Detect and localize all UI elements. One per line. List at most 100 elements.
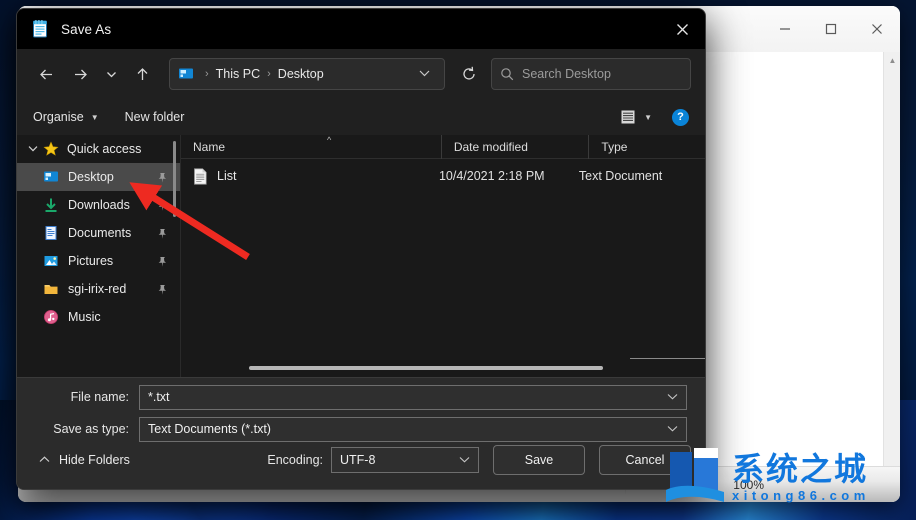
column-header-date-modified[interactable]: Date modified: [440, 135, 589, 159]
navigation-sidebar[interactable]: Quick access Desktop Downloads Documents Pi…: [17, 135, 181, 377]
encoding-select[interactable]: UTF-8: [331, 447, 479, 473]
notepad-icon: [31, 20, 49, 38]
save-as-type-label: Save as type:: [53, 422, 129, 436]
sidebar-item-sgi-irix-red[interactable]: sgi-irix-red: [17, 275, 180, 303]
hide-folders-button[interactable]: Hide Folders: [39, 453, 130, 467]
text-document-icon: [193, 167, 208, 185]
chevron-down-icon[interactable]: [411, 69, 438, 80]
hide-folders-label: Hide Folders: [59, 453, 130, 467]
search-icon: [500, 67, 514, 81]
dialog-content: Quick access Desktop Downloads Documents Pi…: [17, 135, 705, 377]
file-type-text: Text Document: [578, 169, 663, 183]
file-date-modified-text: 10/4/2021 2:18 PM: [438, 169, 545, 183]
navigation-bar: › This PC › Desktop Search Desktop: [17, 49, 705, 99]
pin-icon[interactable]: [156, 171, 168, 183]
breadcrumb-separator-2: ›: [267, 68, 271, 80]
chevron-down-icon[interactable]: [25, 144, 41, 154]
organise-label: Organise: [33, 110, 84, 124]
chevron-down-icon[interactable]: [459, 455, 470, 465]
file-name-label: File name:: [70, 390, 129, 404]
dialog-action-row: Hide Folders Encoding: UTF-8 Save Cancel: [17, 445, 705, 475]
watermark-texts: 系统之城 xitong86.com: [732, 452, 870, 503]
sidebar-item-documents[interactable]: Documents: [17, 219, 180, 247]
watermark-url-text: xitong86.com: [732, 487, 870, 503]
chevron-up-icon: [39, 455, 50, 465]
sidebar-item-label: Desktop: [68, 170, 114, 184]
column-headers: Name Date modified Type ^: [181, 135, 705, 159]
dialog-close-button[interactable]: [659, 9, 705, 49]
refresh-button[interactable]: [455, 59, 483, 89]
forward-button[interactable]: [65, 59, 95, 89]
breadcrumb-separator: ›: [205, 68, 209, 80]
minimize-button[interactable]: [762, 6, 808, 52]
file-row-name-cell: List: [181, 167, 427, 185]
recent-locations-button[interactable]: [99, 59, 123, 89]
view-options-button[interactable]: ▼: [620, 109, 652, 125]
close-button[interactable]: [854, 6, 900, 52]
pin-icon[interactable]: [156, 283, 168, 295]
back-button[interactable]: [31, 59, 61, 89]
chevron-down-icon[interactable]: [667, 392, 678, 402]
save-button[interactable]: Save: [493, 445, 585, 475]
dialog-toolbar: Organise ▼ New folder ▼ ?: [17, 99, 705, 135]
encoding-label: Encoding:: [267, 453, 323, 467]
save-as-type-select[interactable]: Text Documents (*.txt): [139, 416, 687, 442]
new-folder-button[interactable]: New folder: [125, 110, 185, 124]
dialog-titlebar[interactable]: Save As: [17, 9, 705, 49]
search-box[interactable]: Search Desktop: [491, 58, 691, 90]
chevron-down-icon: ▼: [90, 112, 99, 122]
sidebar-item-music[interactable]: Music: [17, 303, 180, 331]
sidebar-item-desktop[interactable]: Desktop: [17, 163, 180, 191]
help-button[interactable]: ?: [672, 108, 689, 126]
horizontal-scrollbar-thumb[interactable]: [249, 366, 603, 370]
column-header-type[interactable]: Type: [588, 135, 705, 159]
save-as-type-value: Text Documents (*.txt): [148, 422, 271, 436]
sidebar-item-label: sgi-irix-red: [68, 282, 127, 296]
music-icon: [43, 309, 59, 325]
search-input[interactable]: Search Desktop: [522, 67, 611, 81]
file-name-value: *.txt: [148, 390, 170, 404]
folder-icon: [43, 281, 59, 297]
desktop-icon: [43, 169, 59, 185]
file-name-text: List: [217, 169, 237, 183]
column-header-name[interactable]: Name: [181, 135, 441, 159]
sidebar-item-pictures[interactable]: Pictures: [17, 247, 180, 275]
documents-icon: [43, 225, 59, 241]
horizontal-scrollbar[interactable]: [193, 366, 693, 370]
sidebar-item-label: Downloads: [68, 198, 130, 212]
maximize-button[interactable]: [808, 6, 854, 52]
screen-root: Package~3*.mum >List.txt ge~3*.mum >>Lis…: [0, 0, 916, 520]
up-button[interactable]: [127, 59, 157, 89]
sidebar-items-list: Desktop Downloads Documents Pictures sgi-iri…: [17, 163, 180, 331]
breadcrumb-desktop[interactable]: Desktop: [276, 67, 326, 81]
scroll-up-arrow-icon[interactable]: ▲: [884, 52, 900, 69]
sidebar-item-label: Pictures: [68, 254, 114, 268]
pictures-icon: [43, 253, 59, 269]
organise-button[interactable]: Organise ▼: [33, 110, 99, 124]
view-options-icon: [620, 109, 636, 125]
pin-icon[interactable]: [156, 255, 168, 267]
sidebar-item-downloads[interactable]: Downloads: [17, 191, 180, 219]
address-bar[interactable]: › This PC › Desktop: [169, 58, 445, 90]
dialog-form-area: File name: *.txt Save as type: Text Docu…: [17, 377, 705, 489]
file-rows: List 10/4/2021 2:18 PM Text Document: [181, 163, 705, 189]
download-icon: [43, 197, 59, 213]
breadcrumb-this-pc[interactable]: This PC: [214, 67, 262, 81]
notepad-vertical-scrollbar[interactable]: ▲: [883, 52, 900, 466]
chevron-down-icon[interactable]: [667, 424, 678, 434]
pin-icon[interactable]: [156, 227, 168, 239]
sidebar-scrollbar-thumb[interactable]: [173, 141, 176, 217]
file-name-input[interactable]: *.txt: [139, 384, 687, 410]
file-row[interactable]: List 10/4/2021 2:18 PM Text Document: [181, 163, 705, 189]
site-watermark: 系统之城 xitong86.com: [656, 434, 916, 520]
sort-indicator-icon: ^: [327, 135, 332, 145]
sidebar-item-label: Documents: [68, 226, 132, 240]
book-logo-icon: [664, 446, 726, 508]
file-list-pane[interactable]: Name Date modified Type ^ List 10/4/2021 …: [181, 135, 705, 377]
new-folder-label: New folder: [124, 110, 185, 124]
watermark-chinese-text: 系统之城: [732, 450, 869, 487]
star-icon: [43, 141, 59, 157]
sidebar-group-quick-access[interactable]: Quick access: [17, 135, 180, 163]
pin-icon[interactable]: [156, 199, 168, 211]
save-as-dialog[interactable]: Save As › This PC › Desktop Search Deskt…: [16, 8, 706, 490]
